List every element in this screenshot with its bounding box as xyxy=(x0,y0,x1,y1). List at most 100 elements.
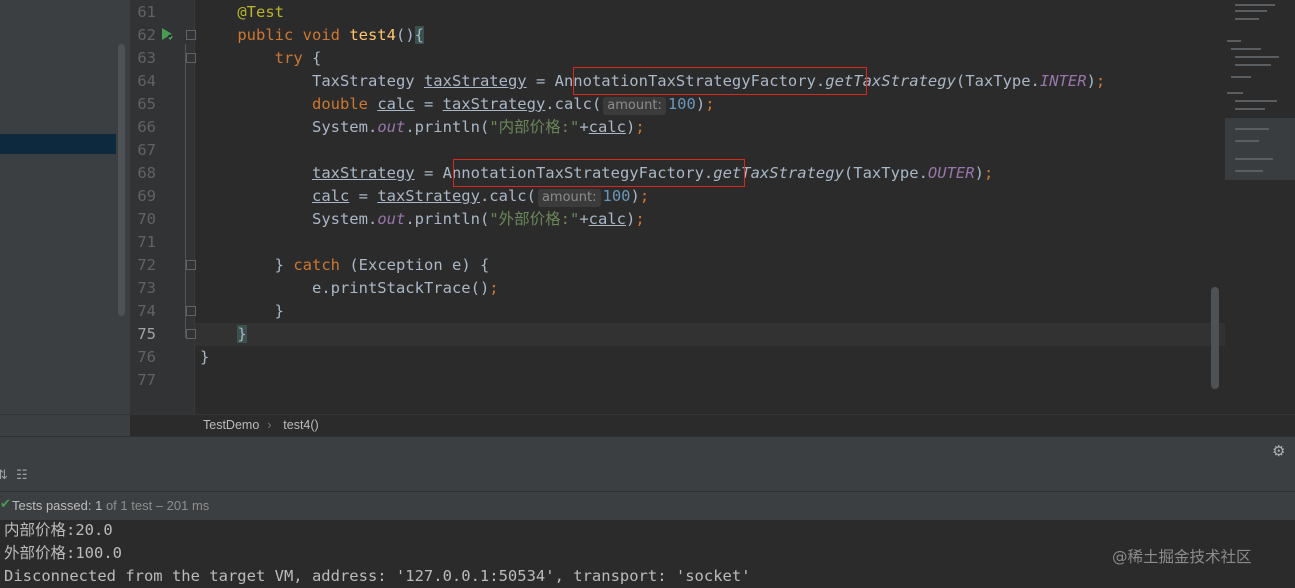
parameter-hint: amount: xyxy=(603,97,666,115)
code-token: { xyxy=(302,49,322,67)
line-number[interactable]: 70 xyxy=(130,208,156,231)
line-number[interactable]: 61 xyxy=(130,1,156,24)
code-token: } xyxy=(200,256,294,274)
code-token: ; xyxy=(635,210,645,228)
code-line[interactable]: System.out.println("外部价格:"+calc); xyxy=(200,208,645,231)
console-line: Disconnected from the target VM, address… xyxy=(4,567,751,585)
code-token: ) xyxy=(695,95,706,113)
line-number[interactable]: 65 xyxy=(130,93,156,116)
fold-icon[interactable] xyxy=(186,260,196,270)
code-line[interactable]: public void test4(){ xyxy=(200,24,424,47)
code-line[interactable]: try { xyxy=(200,47,322,70)
run-toolbar xyxy=(0,466,1295,492)
code-token: ) xyxy=(625,118,636,136)
code-minimap[interactable] xyxy=(1225,0,1295,414)
line-number[interactable]: 66 xyxy=(130,116,156,139)
code-line[interactable]: System.out.println("内部价格:"+calc); xyxy=(200,116,645,139)
code-token: } xyxy=(200,348,210,366)
code-token: double xyxy=(311,95,378,113)
line-number[interactable]: 74 xyxy=(130,300,156,323)
code-token: (TaxType. xyxy=(955,72,1040,90)
code-token: OUTER xyxy=(927,164,975,182)
code-token: taxStrategy xyxy=(442,95,546,113)
line-number[interactable]: 71 xyxy=(130,231,156,254)
code-line[interactable]: } xyxy=(200,323,247,346)
code-token: .calc( xyxy=(479,187,536,205)
code-token: taxStrategy xyxy=(377,187,480,205)
fold-icon[interactable] xyxy=(186,329,196,339)
code-line[interactable]: } xyxy=(200,346,209,369)
run-tool-header xyxy=(0,436,1295,467)
line-number[interactable]: 62 xyxy=(130,24,156,47)
code-token: INTER xyxy=(1039,72,1087,90)
code-token: taxStrategy xyxy=(311,164,415,182)
code-token: = xyxy=(349,187,378,205)
project-scrollbar[interactable] xyxy=(118,44,125,316)
highlight-box xyxy=(453,159,745,187)
line-number[interactable]: 63 xyxy=(130,47,156,70)
code-token: calc xyxy=(588,118,626,136)
code-token: + xyxy=(579,210,589,228)
code-token: "外部价格:" xyxy=(489,210,580,228)
code-token: "内部价格:" xyxy=(489,118,580,136)
code-token: ; xyxy=(705,95,715,113)
breadcrumb-separator: › xyxy=(267,417,272,432)
fold-icon[interactable] xyxy=(186,306,196,316)
code-token: 100 xyxy=(602,187,631,205)
code-token: ; xyxy=(635,118,645,136)
code-line[interactable]: calc = taxStrategy.calc(amount: 100); xyxy=(200,185,649,208)
code-token: ; xyxy=(489,279,499,297)
code-token: (Exception e) { xyxy=(340,256,490,274)
project-panel xyxy=(0,0,130,436)
code-token: ; xyxy=(983,164,994,182)
breadcrumb-class[interactable]: TestDemo xyxy=(203,418,259,432)
project-selected-item[interactable] xyxy=(0,134,116,154)
code-token: calc xyxy=(588,210,626,228)
line-number[interactable]: 67 xyxy=(130,139,156,162)
gear-icon[interactable]: ⚙ xyxy=(1272,442,1285,460)
line-number[interactable]: 68 xyxy=(130,162,156,185)
line-number[interactable]: 76 xyxy=(130,346,156,369)
code-token: .calc( xyxy=(545,95,602,113)
test-status-text: Tests passed: 1 of 1 test – 201 ms xyxy=(12,498,210,513)
code-token: ) xyxy=(1086,72,1096,90)
code-token: @Test xyxy=(237,3,284,21)
code-token: } xyxy=(237,325,247,343)
code-token: = xyxy=(414,95,443,113)
fold-icon[interactable] xyxy=(186,53,196,63)
line-number[interactable]: 77 xyxy=(130,369,156,392)
code-token: calc xyxy=(311,187,350,205)
code-line[interactable]: double calc = taxStrategy.calc(amount: 10… xyxy=(200,93,715,116)
line-number[interactable]: 75 xyxy=(130,323,156,346)
watermark: @稀土掘金技术社区 xyxy=(1112,548,1252,566)
code-token: (TaxType. xyxy=(843,164,928,182)
run-test-icon[interactable] xyxy=(160,27,174,41)
breadcrumb-method[interactable]: test4() xyxy=(283,418,318,432)
code-token: out xyxy=(377,210,406,228)
code-token: out xyxy=(377,118,406,136)
code-token: ) xyxy=(974,164,984,182)
code-token: { xyxy=(414,26,424,44)
sort-icon[interactable]: ⇅ xyxy=(0,468,8,483)
code-token: .println( xyxy=(405,118,490,136)
line-number[interactable]: 69 xyxy=(130,185,156,208)
console-line: 内部价格:20.0 xyxy=(4,521,113,539)
line-number[interactable]: 72 xyxy=(130,254,156,277)
code-token: test4 xyxy=(349,26,396,44)
code-line[interactable]: } xyxy=(200,300,284,323)
code-line[interactable]: e.printStackTrace(); xyxy=(200,277,499,300)
code-token: e.printStackTrace() xyxy=(200,279,490,297)
breadcrumb xyxy=(0,414,1295,437)
code-token: System. xyxy=(200,210,378,228)
line-number[interactable]: 64 xyxy=(130,70,156,93)
line-number[interactable]: 73 xyxy=(130,277,156,300)
fold-icon[interactable] xyxy=(186,30,196,40)
collapse-all-icon[interactable]: ☷ xyxy=(16,468,28,483)
code-line[interactable]: } catch (Exception e) { xyxy=(200,254,490,277)
editor-scrollbar[interactable] xyxy=(1211,287,1219,389)
code-line[interactable]: @Test xyxy=(200,1,284,24)
fold-guide xyxy=(185,44,186,338)
